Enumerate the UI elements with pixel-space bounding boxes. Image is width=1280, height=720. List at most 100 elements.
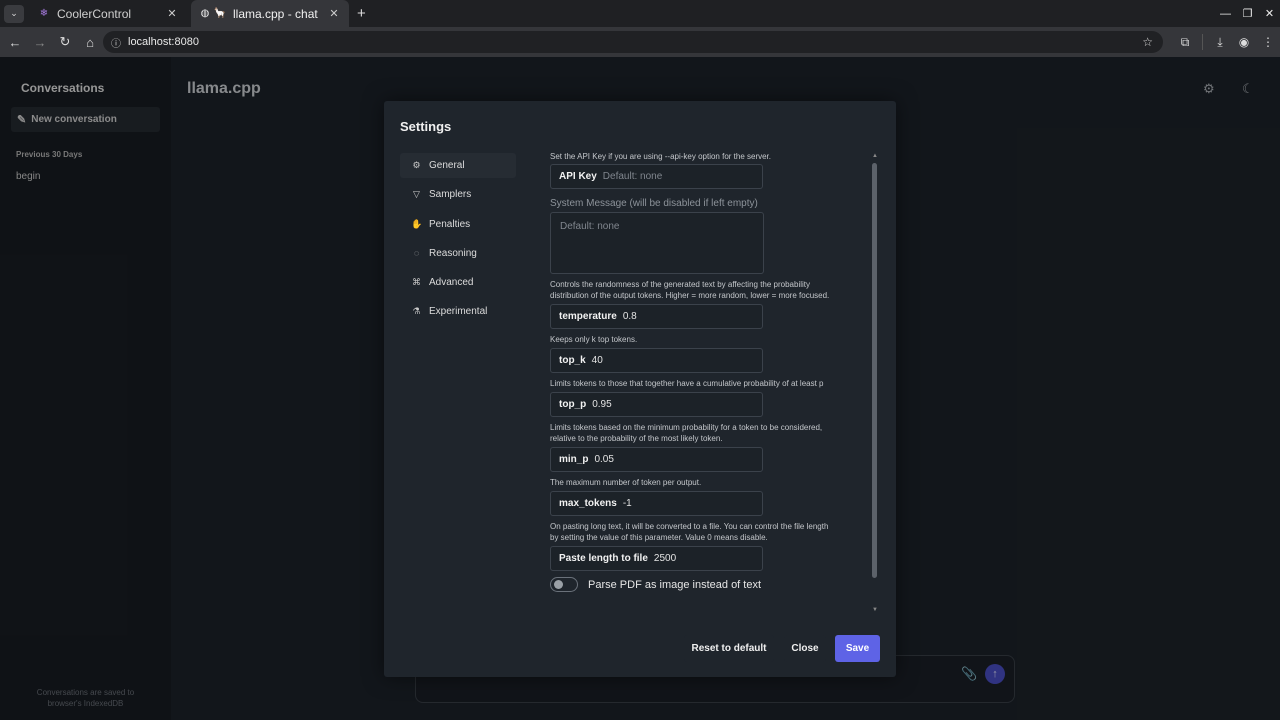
more-menu-icon[interactable]: ⋮ (1256, 35, 1280, 49)
browser-tab-coolercontrol[interactable]: ❄ CoolerControl ✕ (30, 0, 187, 27)
toggle-knob (554, 580, 563, 589)
tab-experimental[interactable]: ⚗ Experimental (400, 299, 516, 324)
desc-line: by setting the value of this parameter. … (550, 533, 768, 542)
field-value: 0.8 (622, 311, 637, 322)
browser-tab-bar: ⌄ ❄ CoolerControl ✕ ◍ 🦙 llama.cpp - chat… (0, 0, 1280, 27)
field-placeholder: Default: none (602, 171, 663, 182)
parse-pdf-row: Parse PDF as image instead of text (550, 577, 860, 592)
llama-icon: 🦙 (213, 8, 227, 19)
maximize-icon[interactable]: ❐ (1237, 7, 1258, 20)
temperature-description: Controls the randomness of the generated… (550, 279, 860, 301)
field-value: 0.95 (592, 399, 612, 410)
reload-icon[interactable]: ↻ (53, 34, 77, 50)
api-key-field[interactable]: API Key Default: none (550, 164, 763, 189)
gear-icon: ⚙ (412, 160, 421, 170)
field-label: top_k (559, 355, 586, 366)
textarea-placeholder: Default: none (560, 221, 620, 232)
close-button[interactable]: Close (784, 635, 826, 662)
scroll-up-icon[interactable]: ▲ (872, 153, 878, 159)
menu-label: Reasoning (429, 247, 477, 259)
top-p-description: Limits tokens to those that together hav… (550, 379, 824, 388)
desc-line: Controls the randomness of the generated… (550, 280, 811, 289)
browser-tab-llama[interactable]: ◍ 🦙 llama.cpp - chat ✕ (191, 0, 349, 27)
globe-icon: ◍ (200, 8, 210, 19)
tab-title: llama.cpp - chat (233, 6, 318, 21)
url-text: localhost:8080 (128, 36, 199, 48)
chat-bubble-icon: ◌ (413, 248, 420, 259)
scroll-down-icon[interactable]: ▼ (872, 607, 878, 613)
tab-search-button[interactable]: ⌄ (4, 4, 24, 23)
desc-line: relative to the probability of the most … (550, 434, 723, 443)
profile-icon[interactable]: ◉ (1232, 35, 1256, 49)
field-label: min_p (559, 454, 589, 465)
field-label: temperature (559, 311, 617, 322)
settings-pane: Set the API Key if you are using --api-k… (550, 151, 860, 621)
desc-line: On pasting long text, it will be convert… (550, 522, 829, 531)
menu-label: Experimental (429, 306, 488, 318)
field-label: max_tokens (559, 498, 617, 509)
paste-length-field[interactable]: Paste length to file 2500 (550, 546, 763, 571)
download-icon[interactable]: ⤓ (1208, 35, 1232, 50)
settings-scrollbar[interactable]: ▲ ▼ (871, 153, 879, 617)
close-tab-icon[interactable]: ✕ (165, 7, 179, 20)
field-value: 40 (591, 355, 603, 366)
top-k-description: Keeps only k top tokens. (550, 335, 638, 344)
hand-icon: ✋ (411, 218, 423, 229)
save-button[interactable]: Save (835, 635, 880, 662)
close-tab-icon[interactable]: ✕ (327, 7, 341, 20)
paste-length-description: On pasting long text, it will be convert… (550, 521, 860, 543)
browser-toolbar: ← → ↻ ⌂ ⓘ localhost:8080 ☆ ⧉ ⤓ ◉ ⋮ (0, 27, 1280, 57)
field-label: top_p (559, 399, 587, 410)
home-icon[interactable]: ⌂ (78, 35, 102, 50)
max-tokens-field[interactable]: max_tokens -1 (550, 491, 763, 516)
menu-label: Samplers (429, 189, 472, 201)
tab-advanced[interactable]: ⌘ Advanced (400, 270, 516, 295)
minimize-icon[interactable]: — (1215, 8, 1236, 20)
parse-pdf-toggle[interactable] (550, 577, 578, 592)
scrollbar-thumb[interactable] (872, 163, 877, 578)
dialog-title: Settings (400, 119, 452, 134)
new-tab-icon[interactable]: + (357, 5, 366, 22)
coolercontrol-icon: ❄ (39, 8, 49, 19)
desc-line: Limits tokens based on the minimum proba… (550, 423, 823, 432)
field-label: Paste length to file (559, 553, 648, 564)
close-window-icon[interactable]: ✕ (1259, 7, 1280, 20)
desc-line: distribution of the output tokens. Highe… (550, 291, 830, 300)
menu-label: General (429, 160, 465, 171)
address-bar[interactable]: ⓘ localhost:8080 ☆ (103, 31, 1163, 53)
toolbar-divider (1202, 34, 1203, 50)
tab-penalties[interactable]: ✋ Penalties (400, 212, 516, 237)
tab-general[interactable]: ⚙ General (400, 153, 516, 178)
min-p-description: Limits tokens based on the minimum proba… (550, 422, 860, 444)
tab-reasoning[interactable]: ◌ Reasoning (400, 241, 516, 266)
bookmark-star-icon[interactable]: ☆ (1142, 35, 1153, 49)
system-message-textarea[interactable]: Default: none (550, 212, 764, 274)
settings-dialog: Settings ⚙ General ▽ Samplers ✋ Penaltie… (384, 101, 896, 677)
flask-icon: ⚗ (412, 306, 421, 317)
top-k-field[interactable]: top_k 40 (550, 348, 763, 373)
tab-samplers[interactable]: ▽ Samplers (400, 182, 516, 207)
top-p-field[interactable]: top_p 0.95 (550, 392, 763, 417)
settings-menu: ⚙ General ▽ Samplers ✋ Penalties ◌ Reaso… (400, 153, 516, 329)
forward-icon[interactable]: → (28, 35, 52, 50)
extensions-icon[interactable]: ⧉ (1173, 35, 1197, 50)
window-controls: — ❐ ✕ (1214, 0, 1280, 27)
field-label: API Key (559, 171, 597, 182)
tab-title: CoolerControl (57, 6, 132, 21)
max-tokens-description: The maximum number of token per output. (550, 478, 702, 487)
menu-label: Advanced (429, 277, 474, 289)
min-p-field[interactable]: min_p 0.05 (550, 447, 763, 472)
squares-icon: ⌘ (412, 277, 421, 288)
funnel-icon: ▽ (413, 189, 420, 200)
field-value: 0.05 (594, 454, 614, 465)
system-message-label: System Message (will be disabled if left… (550, 198, 758, 209)
chevron-down-icon: ⌄ (10, 8, 18, 18)
reset-to-default-button[interactable]: Reset to default (684, 635, 774, 662)
field-value: 2500 (653, 553, 677, 564)
menu-label: Penalties (429, 218, 471, 230)
api-key-description: Set the API Key if you are using --api-k… (550, 152, 772, 161)
back-icon[interactable]: ← (3, 35, 27, 50)
temperature-field[interactable]: temperature 0.8 (550, 304, 763, 329)
field-value: -1 (622, 498, 632, 509)
site-info-icon[interactable]: ⓘ (111, 35, 121, 50)
